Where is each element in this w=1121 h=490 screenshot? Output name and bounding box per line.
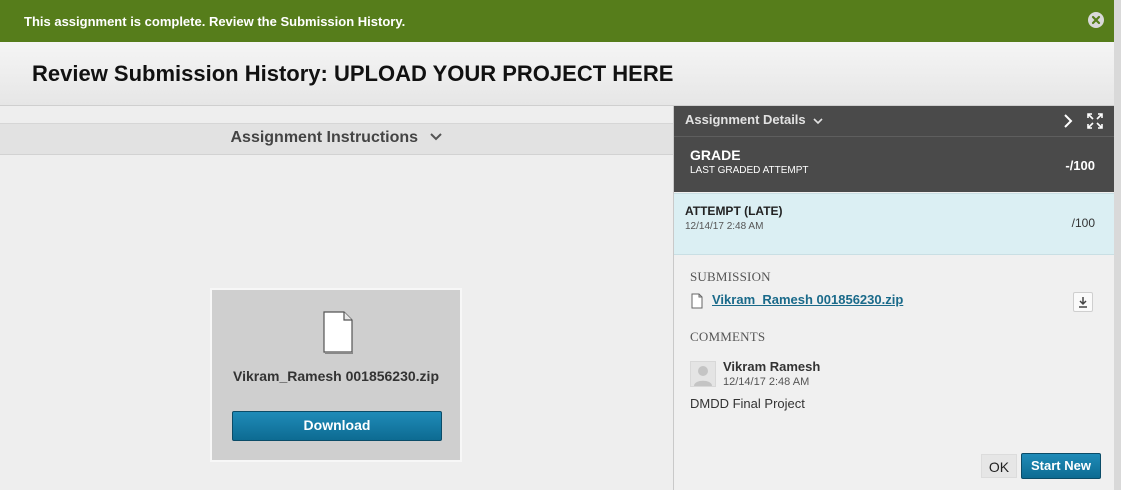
page-header: Review Submission History: UPLOAD YOUR P… [0, 42, 1114, 106]
last-graded-attempt-label: LAST GRADED ATTEMPT [690, 165, 809, 176]
chevron-down-icon [429, 129, 443, 147]
comment-date: 12/14/17 2:48 AM [723, 376, 810, 388]
file-preview-card: Vikram_Ramesh 001856230.zip Download [210, 288, 462, 462]
assignment-details-toggle[interactable]: Assignment Details [685, 112, 823, 128]
assignment-details-bar: Assignment Details [674, 106, 1115, 137]
grade-score: -/100 [1065, 158, 1095, 173]
assignment-instructions-toggle[interactable]: Assignment Instructions [0, 123, 673, 155]
ok-button[interactable]: OK [981, 454, 1017, 478]
submission-file-link[interactable]: Vikram_Ramesh 001856230.zip [712, 292, 903, 307]
comment-author: Vikram Ramesh [723, 359, 821, 374]
attempt-label: ATTEMPT (LATE) [685, 204, 783, 218]
assignment-instructions-label: Assignment Instructions [230, 129, 419, 146]
attempt-row[interactable]: ATTEMPT (LATE) 12/14/17 2:48 AM /100 [674, 193, 1115, 255]
assignment-details-label: Assignment Details [685, 112, 806, 127]
download-button[interactable]: Download [232, 411, 442, 441]
left-panel: Assignment Instructions Vikram_Ramesh 00… [0, 106, 673, 490]
chevron-right-icon[interactable] [1062, 113, 1074, 134]
file-icon [322, 310, 354, 359]
start-new-button[interactable]: Start New [1021, 453, 1101, 479]
submission-heading: SUBMISSION [690, 269, 771, 284]
comment-text: DMDD Final Project [690, 396, 805, 411]
grade-label: GRADE [690, 147, 741, 163]
attempt-date: 12/14/17 2:48 AM [685, 221, 764, 232]
expand-icon[interactable] [1087, 113, 1103, 134]
avatar [690, 361, 716, 387]
banner-message: This assignment is complete. Review the … [24, 14, 406, 29]
download-icon[interactable] [1073, 292, 1093, 312]
completion-banner: This assignment is complete. Review the … [0, 0, 1114, 43]
chevron-down-icon [813, 113, 823, 128]
window-edge [1114, 0, 1121, 490]
attempt-score: /100 [1071, 216, 1095, 230]
close-circle-icon[interactable] [1088, 12, 1104, 28]
right-panel: Assignment Details GRADE LAST GRADED ATT… [673, 106, 1115, 490]
comments-heading: COMMENTS [690, 329, 766, 344]
page-title: Review Submission History: UPLOAD YOUR P… [32, 61, 674, 86]
file-name: Vikram_Ramesh 001856230.zip [233, 368, 439, 384]
file-icon [691, 293, 703, 314]
grade-summary: GRADE LAST GRADED ATTEMPT -/100 [674, 137, 1115, 192]
